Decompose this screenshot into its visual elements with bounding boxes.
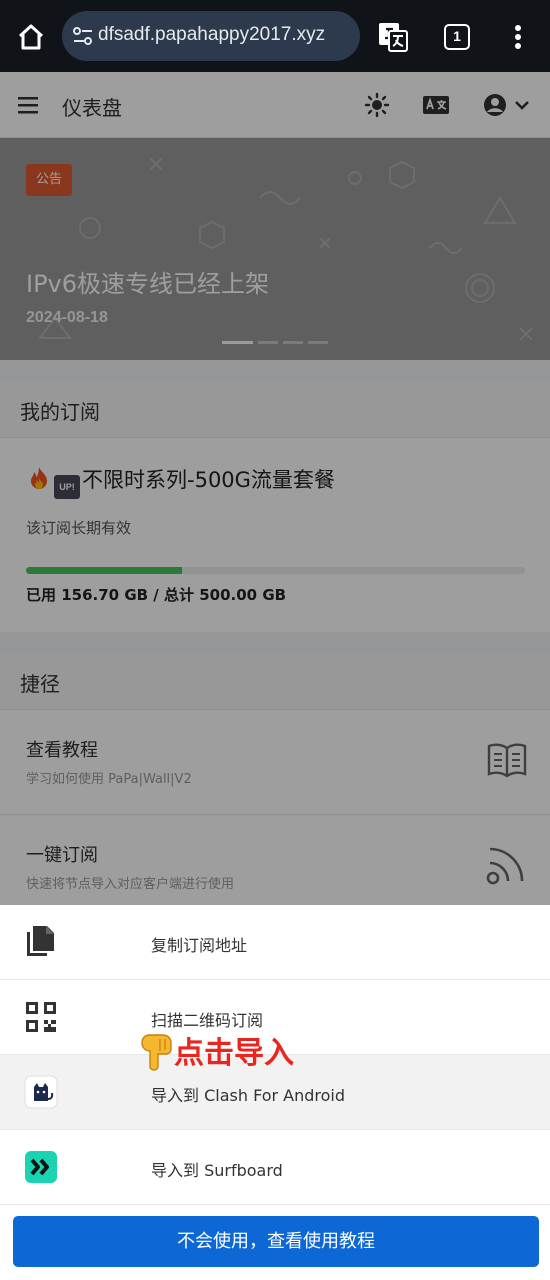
copy-subscription-link-option[interactable]: 复制订阅地址 <box>0 905 550 980</box>
copy-icon <box>27 926 54 956</box>
overflow-menu-icon[interactable] <box>506 20 530 54</box>
surfboard-icon <box>25 1151 57 1183</box>
import-action-sheet: 复制订阅地址 扫描二维码订阅 导入到 Clash For Android 导入到… <box>0 905 550 1280</box>
home-icon[interactable] <box>14 20 48 54</box>
site-settings-icon[interactable] <box>72 25 94 47</box>
url-text: dfsadf.papahappy2017.xyz <box>98 24 326 45</box>
tab-switcher-button[interactable]: 1 <box>444 24 470 50</box>
sheet-item-label: 导入到 Surfboard <box>151 1161 283 1180</box>
tap-hint-text: 点击导入 <box>174 1036 294 1071</box>
clash-icon <box>24 1075 58 1109</box>
pointing-down-hand-icon <box>141 1034 172 1071</box>
qr-code-icon <box>26 1002 56 1032</box>
tap-hint-annotation: 点击导入 <box>136 1028 294 1072</box>
browser-toolbar: dfsadf.papahappy2017.xyz 1 <box>0 0 550 72</box>
translate-icon[interactable] <box>376 20 410 54</box>
sheet-item-label: 导入到 Clash For Android <box>151 1086 346 1105</box>
address-bar[interactable]: dfsadf.papahappy2017.xyz <box>62 11 360 61</box>
modal-backdrop[interactable] <box>0 72 550 905</box>
view-tutorial-button[interactable]: 不会使用，查看使用教程 <box>13 1216 539 1267</box>
import-to-surfboard-option[interactable]: 导入到 Surfboard <box>0 1130 550 1205</box>
sheet-item-label: 复制订阅地址 <box>151 936 248 955</box>
